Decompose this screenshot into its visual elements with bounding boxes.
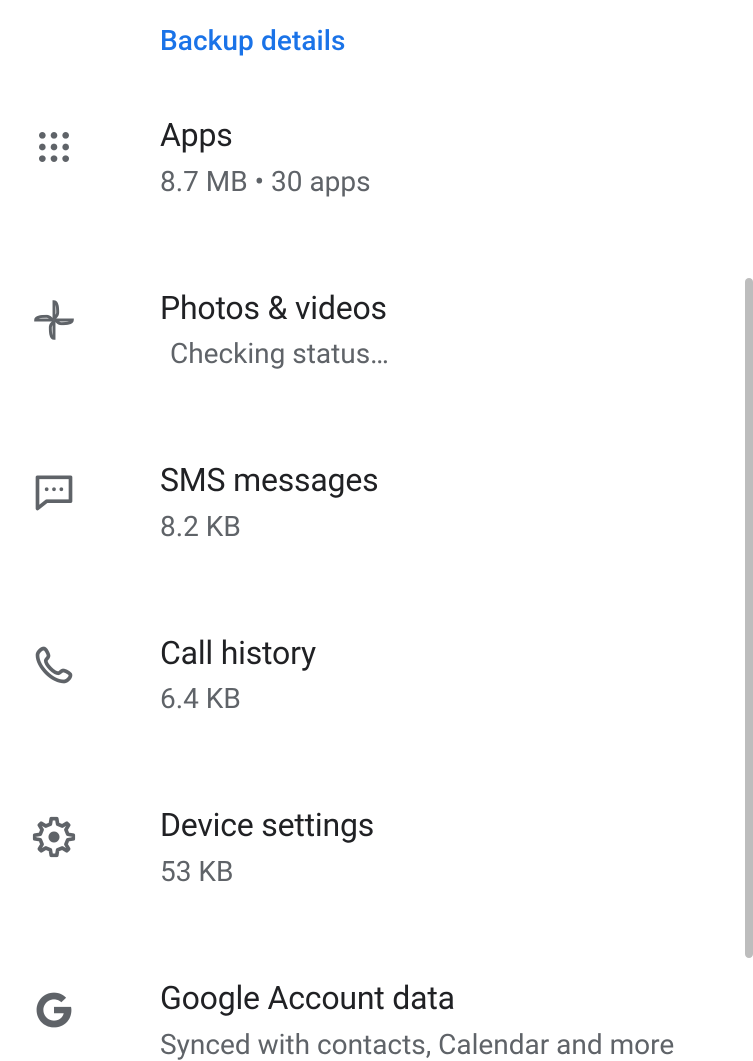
item-photos-videos[interactable]: Photos & videos Checking status… <box>0 288 753 371</box>
google-g-icon <box>32 988 76 1032</box>
backup-details-screen: Backup details Apps 8.7 MB • 30 apps Pho… <box>0 0 753 1024</box>
sms-icon <box>32 470 76 514</box>
item-title: Photos & videos <box>160 288 753 330</box>
item-title: Device settings <box>160 805 753 847</box>
item-title: Apps <box>160 115 753 157</box>
item-subtitle: 8.2 KB <box>160 510 753 543</box>
item-title: Google Account data <box>160 978 753 1020</box>
item-call-history[interactable]: Call history 6.4 KB <box>0 633 753 716</box>
scrollbar[interactable] <box>745 278 753 958</box>
item-subtitle: 6.4 KB <box>160 682 753 715</box>
item-subtitle: 8.7 MB • 30 apps <box>160 165 753 198</box>
item-apps[interactable]: Apps 8.7 MB • 30 apps <box>0 115 753 198</box>
apps-icon <box>32 125 76 169</box>
section-header: Backup details <box>0 24 753 57</box>
phone-icon <box>32 643 76 687</box>
gear-icon <box>32 815 76 859</box>
item-subtitle: 53 KB <box>160 855 753 888</box>
item-device-settings[interactable]: Device settings 53 KB <box>0 805 753 888</box>
item-title: SMS messages <box>160 460 753 502</box>
item-title: Call history <box>160 633 753 675</box>
item-sms-messages[interactable]: SMS messages 8.2 KB <box>0 460 753 543</box>
item-google-account-data[interactable]: Google Account data Synced with contacts… <box>0 978 753 1061</box>
item-subtitle: Synced with contacts, Calendar and more <box>160 1028 753 1061</box>
photos-icon <box>32 298 76 342</box>
item-subtitle: Checking status… <box>160 337 753 370</box>
